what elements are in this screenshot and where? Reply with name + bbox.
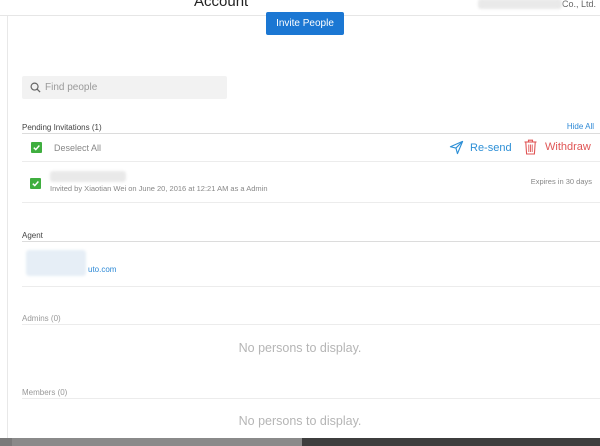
send-icon (449, 140, 464, 155)
members-heading: Members (0) (22, 388, 68, 397)
agent-divider (22, 241, 600, 242)
admins-divider (22, 324, 600, 325)
search-input[interactable] (45, 82, 215, 93)
members-divider (22, 398, 600, 399)
agent-email-redacted (26, 250, 86, 276)
members-empty-state: No persons to display. (238, 414, 362, 428)
company-name: Co., Ltd. (477, 0, 596, 9)
bottom-edge-segment (0, 438, 12, 446)
bottom-edge (0, 438, 600, 446)
invitee-email-redacted (50, 171, 126, 182)
hide-all-link[interactable]: Hide All (567, 122, 594, 131)
deselect-all-label[interactable]: Deselect All (54, 143, 101, 153)
pending-divider (22, 133, 600, 134)
invite-people-button[interactable]: Invite People (266, 12, 344, 35)
company-name-redacted (477, 0, 562, 9)
search-box[interactable] (22, 76, 227, 99)
invitation-checkbox[interactable] (30, 178, 41, 189)
company-suffix: Co., Ltd. (561, 0, 596, 9)
bottom-edge-segment (12, 438, 302, 446)
left-divider (7, 0, 8, 438)
withdraw-button[interactable]: Withdraw (524, 139, 591, 155)
invitation-expiry: Expires in 30 days (530, 177, 592, 186)
agent-bottom-divider (22, 286, 600, 287)
admins-heading: Admins (0) (22, 314, 61, 323)
bottom-edge-segment (302, 438, 600, 446)
checkmark-icon (33, 145, 40, 151)
admins-empty-state: No persons to display. (238, 341, 362, 355)
resend-button[interactable]: Re-send (449, 140, 512, 155)
search-icon (30, 82, 41, 93)
resend-label: Re-send (470, 141, 512, 154)
select-all-checkbox[interactable] (31, 142, 42, 153)
agent-email-link[interactable]: uto.com (88, 265, 116, 274)
checkmark-icon (32, 181, 39, 187)
pending-invitations-heading: Pending Invitations (1) (22, 123, 102, 132)
agent-heading: Agent (22, 231, 43, 240)
withdraw-label: Withdraw (545, 141, 591, 153)
invitation-divider (22, 202, 600, 203)
invitation-detail: Invited by Xiaotian Wei on June 20, 2016… (50, 184, 268, 193)
actions-divider (22, 161, 600, 162)
page-title: Account (194, 0, 249, 10)
trash-icon (524, 139, 537, 155)
